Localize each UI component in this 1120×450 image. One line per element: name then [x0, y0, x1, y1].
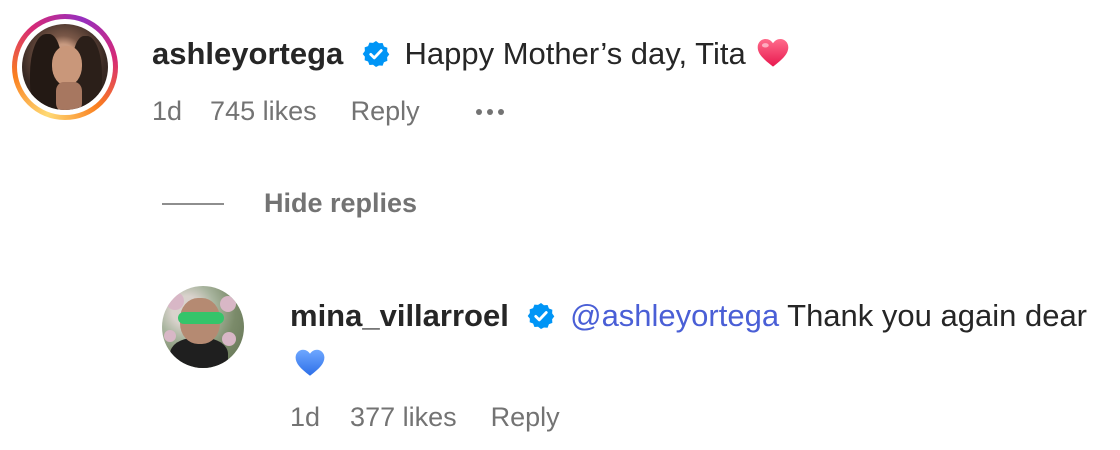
comment-timestamp[interactable]: 1d — [152, 96, 182, 127]
hide-replies-toggle[interactable]: Hide replies — [162, 188, 417, 219]
reply-avatar[interactable] — [162, 286, 244, 368]
more-options-icon[interactable] — [475, 102, 504, 122]
blue-heart-icon — [295, 349, 325, 376]
reply-text-block: mina_villarroel @ashleyortega Thank you … — [290, 292, 1110, 388]
comment-text: Happy Mother’s day, Tita — [404, 36, 746, 71]
comment-line: ashleyortega Happy Mother’s day, Tita — [152, 34, 1102, 74]
hide-replies-label: Hide replies — [264, 188, 418, 218]
avatar[interactable] — [22, 24, 108, 110]
comment-username[interactable]: ashleyortega — [152, 36, 343, 71]
reply-timestamp[interactable]: 1d — [290, 402, 320, 433]
reply-likes-count[interactable]: 377 likes — [350, 402, 457, 433]
red-heart-icon — [758, 38, 789, 67]
verified-badge-icon — [528, 303, 555, 329]
comment-body: ashleyortega Happy Mother’s day, Tita 1d — [152, 34, 1102, 127]
reply-button[interactable]: Reply — [351, 96, 420, 127]
mention-link[interactable]: @ashleyortega — [570, 298, 779, 333]
verified-badge-icon — [362, 41, 390, 67]
reply-username[interactable]: mina_villarroel — [290, 298, 509, 333]
reply-button[interactable]: Reply — [491, 402, 560, 433]
reply-meta: 1d 377 likes Reply — [290, 402, 1110, 433]
divider-line — [162, 202, 224, 205]
reply-text: Thank you again dear — [779, 298, 1088, 333]
comment-likes-count[interactable]: 745 likes — [210, 96, 317, 127]
reply-body: mina_villarroel @ashleyortega Thank you … — [290, 292, 1110, 433]
avatar-story-ring[interactable] — [12, 14, 118, 120]
comment-meta: 1d 745 likes Reply — [152, 96, 1102, 127]
